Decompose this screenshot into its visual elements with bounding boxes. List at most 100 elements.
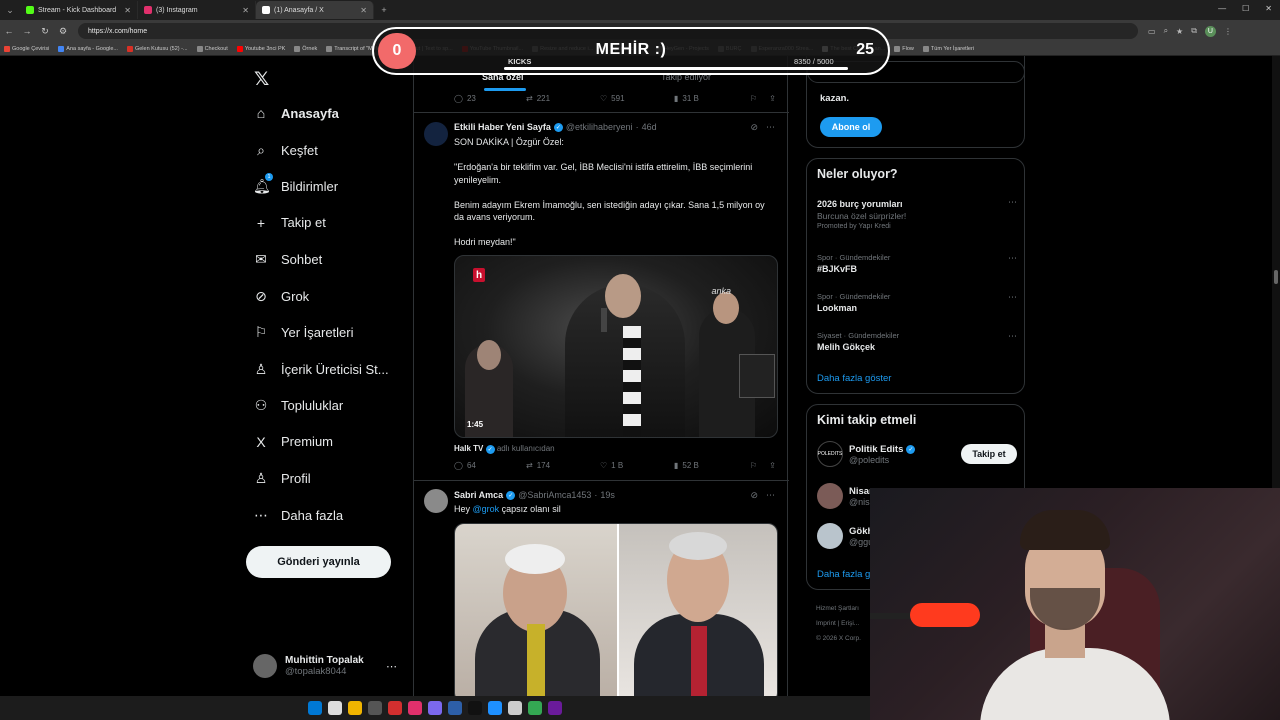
- star-icon[interactable]: ★: [1176, 27, 1183, 36]
- source-name[interactable]: Halk TV: [454, 444, 483, 453]
- author-name[interactable]: Etkili Haber Yeni Sayfa: [454, 122, 551, 132]
- close-icon[interactable]: ✕: [242, 6, 249, 15]
- close-icon[interactable]: ✕: [360, 6, 367, 15]
- zoom-icon[interactable]: ⌕: [1164, 26, 1168, 36]
- taskbar-app-icon[interactable]: [328, 701, 342, 715]
- nav-item-4[interactable]: + Takip et: [253, 215, 326, 231]
- more-icon[interactable]: ⋯: [766, 490, 775, 501]
- bookmark-item[interactable]: Ana sayfa - Google...: [58, 45, 118, 52]
- taskbar-app-icon[interactable]: [368, 701, 382, 715]
- reload-icon[interactable]: ↻: [36, 26, 54, 37]
- taskbar-app-icon[interactable]: [448, 701, 462, 715]
- repost-button[interactable]: ⇄ 221: [526, 94, 600, 103]
- nav-item-10[interactable]: X Premium: [253, 434, 333, 450]
- taskbar-app-icon[interactable]: [388, 701, 402, 715]
- trend-item[interactable]: Spor · Gündemdekiler #BJKvFB ⋯: [817, 253, 1017, 274]
- taskbar-app-icon[interactable]: [468, 701, 482, 715]
- imprint-link[interactable]: Imprint | Erişi...: [816, 616, 861, 631]
- follow-button[interactable]: Takip et: [961, 444, 1017, 464]
- mention-link[interactable]: @grok: [473, 504, 500, 514]
- share-icon[interactable]: ⇪: [769, 461, 776, 470]
- taskbar-app-icon[interactable]: [508, 701, 522, 715]
- bookmark-item[interactable]: Flow: [894, 45, 914, 52]
- post-button[interactable]: Gönderi yayınla: [246, 546, 391, 578]
- views-button[interactable]: ▮ 52 B: [674, 461, 750, 470]
- close-icon[interactable]: ✕: [124, 6, 131, 15]
- more-icon[interactable]: ⋯: [1008, 292, 1017, 303]
- reply-button[interactable]: ◯ 64: [454, 461, 526, 470]
- views-button[interactable]: ▮ 31 B: [674, 94, 750, 103]
- repost-button[interactable]: ⇄ 174: [526, 461, 600, 470]
- tweet-time[interactable]: 19s: [600, 490, 615, 500]
- bookmark-item[interactable]: Checkout: [196, 45, 228, 52]
- follow-suggestion[interactable]: POLEDITS Politik Edits ✓ @poledits Takip …: [817, 441, 1017, 467]
- subscribe-button[interactable]: Abone ol: [820, 117, 882, 137]
- trend-item[interactable]: Siyaset · Gündemdekiler Melih Gökçek ⋯: [817, 331, 1017, 352]
- nav-item-6[interactable]: ⊘ Grok: [253, 288, 309, 305]
- taskbar-app-icon[interactable]: [528, 701, 542, 715]
- grok-icon[interactable]: ⊘: [750, 490, 758, 501]
- author-handle[interactable]: @SabriAmca1453: [518, 490, 591, 500]
- nav-item-3[interactable]: 🔔︎ 1 Bildirimler: [253, 173, 338, 195]
- taskbar-app-icon[interactable]: [308, 701, 322, 715]
- bookmark-icon[interactable]: ⚐: [750, 461, 757, 470]
- taskbar-app-icon[interactable]: [408, 701, 422, 715]
- tweet-video[interactable]: h anka 1:45: [454, 255, 778, 438]
- like-button[interactable]: ♡ 1 B: [600, 461, 674, 470]
- taskbar-app-icon[interactable]: [428, 701, 442, 715]
- tab-x[interactable]: (1) Anasayfa / X ✕: [256, 1, 374, 19]
- taskbar-app-icon[interactable]: [488, 701, 502, 715]
- back-icon[interactable]: ←: [0, 26, 18, 36]
- nav-item-9[interactable]: ⚇ Topluluklar: [253, 397, 343, 414]
- bookmark-item[interactable]: Tüm Yer İşaretleri: [922, 45, 974, 52]
- bookmark-item[interactable]: Gelen Kutusu (52) -...: [126, 45, 188, 52]
- forward-icon[interactable]: →: [18, 26, 36, 36]
- bookmark-item[interactable]: Örnek: [294, 45, 317, 52]
- minimize-icon[interactable]: —: [1218, 4, 1226, 13]
- tweet-avatar[interactable]: [424, 122, 448, 146]
- like-button[interactable]: ♡ 591: [600, 94, 674, 103]
- nav-item-8[interactable]: ♙ İçerik Üreticisi St...: [253, 361, 389, 378]
- maximize-icon[interactable]: ☐: [1242, 4, 1249, 13]
- terms-link[interactable]: Hizmet Şartları: [816, 601, 861, 616]
- bookmark-item[interactable]: Google Çevirisi: [4, 45, 49, 52]
- more-icon[interactable]: ⋯: [1008, 331, 1017, 342]
- trend-item[interactable]: 2026 burç yorumları Burcuna özel sürpriz…: [817, 197, 1017, 230]
- site-info-icon[interactable]: ⚙: [54, 26, 72, 37]
- extensions-icon[interactable]: ⧉: [1191, 26, 1197, 36]
- author-name[interactable]: Sabri Amca: [454, 490, 503, 500]
- tab-search-icon[interactable]: ⌄: [0, 5, 20, 16]
- tweet-time[interactable]: 46d: [642, 122, 657, 132]
- cast-icon[interactable]: ▭: [1148, 27, 1156, 36]
- author-handle[interactable]: @etkilihaberyeni: [566, 122, 633, 132]
- more-icon[interactable]: ⋯: [386, 660, 397, 673]
- tweet-avatar[interactable]: [424, 489, 448, 513]
- new-tab-icon[interactable]: +: [374, 5, 394, 15]
- account-switcher[interactable]: Muhittin Topalak @topalak8044 ⋯: [253, 654, 403, 678]
- nav-item-7[interactable]: ⚐ Yer İşaretleri: [253, 324, 354, 341]
- profile-avatar[interactable]: U: [1204, 25, 1216, 37]
- taskbar-app-icon[interactable]: [348, 701, 362, 715]
- scrollbar-thumb[interactable]: [1274, 270, 1278, 284]
- bookmark-item[interactable]: Youtube 3nci PK: [236, 45, 285, 52]
- menu-icon[interactable]: ⋮: [1224, 27, 1232, 36]
- share-icon[interactable]: ⇪: [769, 94, 776, 103]
- nav-item-5[interactable]: ✉ Sohbet: [253, 251, 322, 268]
- nav-item-11[interactable]: ♙ Profil: [253, 470, 311, 487]
- reply-button[interactable]: ◯ 23: [454, 94, 526, 103]
- x-logo-icon[interactable]: 𝕏: [254, 68, 269, 91]
- close-window-icon[interactable]: ✕: [1265, 4, 1272, 13]
- grok-icon[interactable]: ⊘: [750, 122, 758, 133]
- taskbar-app-icon[interactable]: [548, 701, 562, 715]
- nav-item-12[interactable]: ⋯ Daha fazla: [253, 507, 343, 524]
- nav-item-2[interactable]: ⌕ Keşfet: [253, 142, 318, 159]
- bookmark-icon[interactable]: ⚐: [750, 94, 757, 103]
- nav-item-1[interactable]: ⌂ Anasayfa: [253, 105, 339, 121]
- trend-item[interactable]: Spor · Gündemdekiler Lookman ⋯: [817, 292, 1017, 313]
- tab-kick[interactable]: Stream - Kick Dashboard ✕: [20, 1, 138, 19]
- tab-instagram[interactable]: (3) Instagram ✕: [138, 1, 256, 19]
- more-icon[interactable]: ⋯: [766, 122, 775, 133]
- show-more-link[interactable]: Daha fazla göster: [817, 373, 891, 384]
- more-icon[interactable]: ⋯: [1008, 197, 1017, 208]
- more-icon[interactable]: ⋯: [1008, 253, 1017, 264]
